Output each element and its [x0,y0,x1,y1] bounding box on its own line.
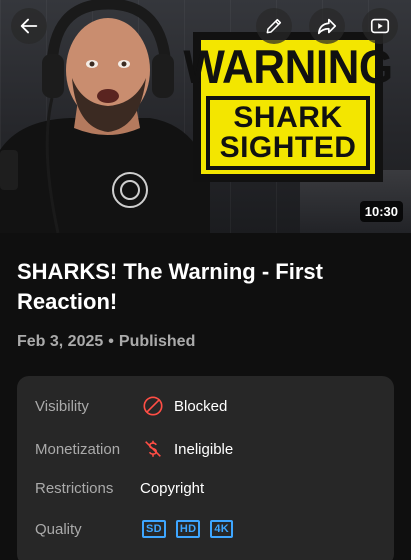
watch-on-youtube-button[interactable] [362,8,398,44]
publish-date: Feb 3, 2025 [17,333,104,350]
share-button[interactable] [309,8,345,44]
quality-row: Quality SD HD 4K [35,520,243,538]
pencil-icon [266,18,282,34]
edit-button[interactable] [256,8,292,44]
publish-status: Published [118,333,196,350]
monetization-off-icon [142,438,164,460]
quality-hd-badge: HD [175,520,201,538]
sign-sighted-text: SIGHTED [219,131,357,164]
sign-shark-text: SHARK [233,101,343,134]
restrictions-label: Restrictions [35,480,114,497]
video-thumbnail[interactable]: WARNING SHARK SIGHTED 10:30 [0,0,411,233]
back-arrow-icon [20,18,38,34]
video-title: SHARKS! The Warning - First Reaction! [17,259,323,314]
share-icon [317,18,337,35]
warning-sign: WARNING SHARK SIGHTED [183,32,393,182]
visibility-row[interactable]: Visibility Blocked [35,395,227,417]
back-button[interactable] [11,8,47,44]
visibility-value: Blocked [174,397,228,415]
monetization-value: Ineligible [174,440,234,458]
video-meta: Feb 3, 2025 • Published [17,333,195,351]
restrictions-value: Copyright [140,480,205,497]
quality-4k-badge: 4K [210,520,234,538]
restrictions-row[interactable]: Restrictions Copyright [35,480,204,497]
youtube-play-icon [370,18,390,34]
meta-separator: • [108,333,114,350]
video-details-card[interactable]: Visibility Blocked Monetization Ineligib… [17,376,394,560]
visibility-label: Visibility [35,397,89,415]
sign-warning-text: WARNING [183,40,393,94]
quality-label: Quality [35,520,82,538]
blocked-icon [142,395,164,417]
video-duration: 10:30 [359,201,403,222]
quality-sd-badge: SD [142,520,166,538]
monetization-row[interactable]: Monetization Ineligible [35,438,233,460]
monetization-label: Monetization [35,440,121,458]
